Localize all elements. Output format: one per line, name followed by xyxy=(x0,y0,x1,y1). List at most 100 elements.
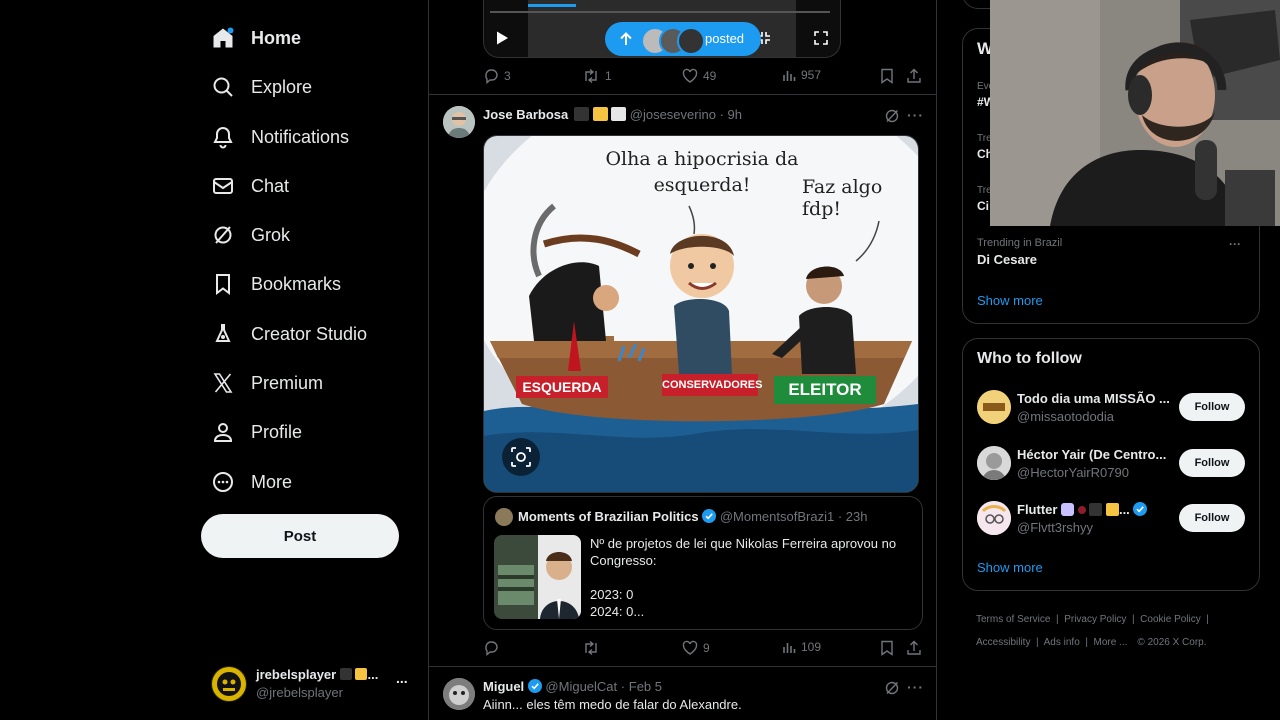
repost-button[interactable]: 1 xyxy=(582,68,612,84)
avatar xyxy=(977,501,1011,535)
post-button[interactable]: Post xyxy=(201,514,399,558)
mail-icon xyxy=(211,174,235,198)
footer-link[interactable]: More ... xyxy=(1094,637,1128,648)
avatar[interactable] xyxy=(443,678,475,710)
footer-link[interactable]: Ads info xyxy=(1044,637,1080,648)
views-button[interactable]: 109 xyxy=(782,640,821,654)
fullscreen-icon[interactable] xyxy=(813,30,829,46)
nav-grok[interactable]: Grok xyxy=(211,215,290,255)
who-to-follow-show-more[interactable]: Show more xyxy=(977,560,1043,575)
post-time[interactable]: Feb 5 xyxy=(629,679,662,694)
search-icon xyxy=(211,75,235,99)
footer-link[interactable]: Accessibility xyxy=(976,637,1030,648)
share-icon[interactable] xyxy=(906,640,922,656)
grok-icon[interactable] xyxy=(884,680,900,696)
nav-premium[interactable]: Premium xyxy=(211,363,323,403)
divider xyxy=(428,666,936,667)
copyright: © 2026 X Corp. xyxy=(1137,637,1207,648)
avatar xyxy=(977,446,1011,480)
author-handle[interactable]: @MiguelCat xyxy=(545,679,617,694)
trends-show-more[interactable]: Show more xyxy=(977,293,1043,308)
footer-link[interactable]: Cookie Policy xyxy=(1140,614,1201,625)
author-handle[interactable]: @joseseverino xyxy=(630,107,716,122)
bookmark-icon[interactable] xyxy=(880,68,894,84)
reply-button[interactable]: 3 xyxy=(483,68,511,84)
like-button[interactable]: 9 xyxy=(682,640,710,656)
post-image[interactable]: Olha a hipocrisia da esquerda! Faz algo … xyxy=(483,135,919,493)
quoted-post[interactable]: Moments of Brazilian Politics @Momentsof… xyxy=(483,496,923,630)
quoted-author-handle: @MomentsofBrazi1 xyxy=(719,509,835,524)
play-icon[interactable] xyxy=(494,30,510,46)
repost-button[interactable] xyxy=(582,640,605,656)
reply-icon xyxy=(485,641,498,656)
nav-creator-studio-label: Creator Studio xyxy=(251,323,368,344)
nav-grok-label: Grok xyxy=(251,224,291,245)
grok-icon xyxy=(211,223,235,247)
feed-border-right xyxy=(936,0,937,720)
quoted-text-line: 2023: 0 xyxy=(590,587,634,602)
flag-emoji xyxy=(355,668,368,680)
like-button[interactable]: 49 xyxy=(682,68,716,84)
views-icon xyxy=(783,71,796,81)
follow-button[interactable]: Follow xyxy=(1179,393,1245,421)
bookmark-icon xyxy=(211,272,235,296)
more-options-icon[interactable]: ··· xyxy=(907,679,924,695)
nav-chat[interactable]: Chat xyxy=(211,166,289,206)
grok-icon[interactable] xyxy=(884,108,900,124)
paw-emoji xyxy=(1077,506,1086,514)
webcam-overlay xyxy=(990,0,1280,226)
flag-emoji xyxy=(592,107,608,121)
more-circle-icon xyxy=(211,470,235,494)
trend-item[interactable]: Trending in Brazil Di Cesare ··· xyxy=(977,237,1247,267)
flag-emoji xyxy=(339,668,352,680)
person-icon xyxy=(211,420,235,444)
share-icon[interactable] xyxy=(906,68,922,84)
follow-button[interactable]: Follow xyxy=(1179,449,1245,477)
nav-premium-label: Premium xyxy=(251,372,324,393)
meme-caption-left: Olha a hipocrisia da esquerda! xyxy=(605,148,799,196)
account-switcher[interactable]: jrebelsplayer ... @jrebelsplayer ... xyxy=(211,664,411,704)
video-progress-track[interactable] xyxy=(490,11,830,13)
account-more-button[interactable]: ... xyxy=(396,670,408,686)
nav-creator-studio[interactable]: Creator Studio xyxy=(211,314,367,354)
nav-bookmarks[interactable]: Bookmarks xyxy=(211,264,341,304)
verified-badge-icon xyxy=(702,509,717,523)
flag-emoji xyxy=(611,107,627,121)
nav-home-label: Home xyxy=(251,27,302,48)
follow-button[interactable]: Follow xyxy=(1179,504,1245,532)
nav-home[interactable]: Home xyxy=(211,18,301,58)
views-count: 109 xyxy=(801,640,822,654)
post-text: Aiinn... eles têm medo de falar do Alexa… xyxy=(483,697,742,712)
bookmark-icon[interactable] xyxy=(880,640,894,656)
meme-label-mid: CONSERVADORES xyxy=(662,379,763,391)
who-to-follow-card: Who to follow Todo dia uma MISSÃO ... @m… xyxy=(962,338,1260,591)
views-icon xyxy=(783,643,796,653)
new-posts-pill[interactable]: posted xyxy=(605,22,761,56)
avatar[interactable] xyxy=(443,106,475,138)
repost-icon xyxy=(585,640,597,656)
nav-bookmarks-label: Bookmarks xyxy=(251,273,342,294)
footer-links: Terms of Service | Privacy Policy | Cook… xyxy=(976,614,1209,648)
camera-lens-icon[interactable] xyxy=(502,438,540,476)
follow-user-handle: @HectorYairR0790 xyxy=(1017,465,1129,480)
post-time[interactable]: 9h xyxy=(728,107,742,122)
account-handle: @jrebelsplayer xyxy=(256,685,343,700)
repost-count: 1 xyxy=(605,69,612,83)
nav-profile[interactable]: Profile xyxy=(211,412,302,452)
flag-emoji xyxy=(1089,503,1103,516)
nav-notifications[interactable]: Notifications xyxy=(211,117,349,157)
views-button[interactable]: 957 xyxy=(782,68,821,82)
author-name[interactable]: Miguel xyxy=(483,679,524,694)
footer-link[interactable]: Privacy Policy xyxy=(1064,614,1126,625)
meme-caption-right: Faz algo fdp! xyxy=(802,176,883,220)
trend-more-icon[interactable]: ··· xyxy=(1229,237,1241,251)
unicorn-emoji xyxy=(1061,503,1075,516)
follow-user-handle: @missaotododia xyxy=(1017,409,1115,424)
nav-explore[interactable]: Explore xyxy=(211,67,312,107)
reply-button[interactable] xyxy=(483,640,504,656)
more-options-icon[interactable]: ··· xyxy=(907,107,924,123)
nav-more-label: More xyxy=(251,471,293,492)
footer-link[interactable]: Terms of Service xyxy=(976,614,1050,625)
nav-more[interactable]: More xyxy=(211,462,292,502)
author-name[interactable]: Jose Barbosa xyxy=(483,107,568,122)
